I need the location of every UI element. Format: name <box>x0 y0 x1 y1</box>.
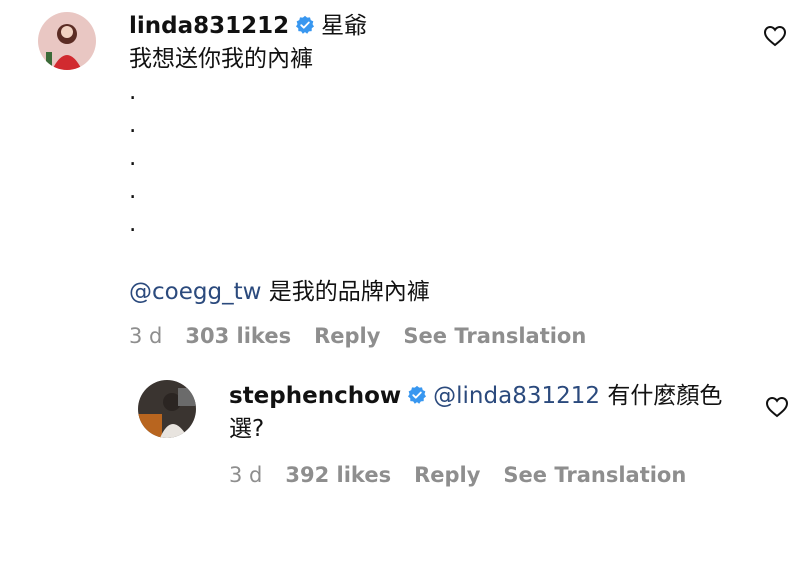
comment-mention-text: 是我的品牌內褲 <box>268 279 430 305</box>
comment-body: 我想送你我的內褲 <box>129 46 313 72</box>
reply-text: stephenchow @linda831212 有什麼顏色 選? <box>229 380 749 446</box>
reply-meta: 3 d 392 likes Reply See Translation <box>229 463 709 487</box>
comment-inline-text: 星爺 <box>321 13 368 39</box>
comment-see-translation-button[interactable]: See Translation <box>403 324 586 348</box>
comment-dot: . <box>129 79 137 105</box>
avatar-linda831212[interactable] <box>38 12 96 70</box>
comment-mention-line: @coegg_tw 是我的品牌內褲 <box>129 276 729 309</box>
reply-see-translation-button[interactable]: See Translation <box>503 463 686 487</box>
comment-username[interactable]: linda831212 <box>129 13 289 39</box>
comment-likes-count[interactable]: 303 likes <box>185 324 291 348</box>
reply-mention-link[interactable]: @linda831212 <box>433 383 600 409</box>
reply-text-line2: 選? <box>229 416 265 442</box>
reply-reply-button[interactable]: Reply <box>414 463 480 487</box>
comment-dot: . <box>129 211 137 237</box>
reply-text-line1: 有什麼顏色 <box>607 383 723 409</box>
heart-outline-icon[interactable] <box>765 396 789 422</box>
comment-meta: 3 d 303 likes Reply See Translation <box>129 324 609 348</box>
avatar-image <box>38 12 96 70</box>
heart-outline-icon[interactable] <box>763 25 787 51</box>
comment-reply-button[interactable]: Reply <box>314 324 380 348</box>
verified-badge-icon <box>295 15 315 35</box>
reply-likes-count[interactable]: 392 likes <box>285 463 391 487</box>
comment-timestamp: 3 d <box>129 324 163 348</box>
comment-dot: . <box>129 178 137 204</box>
comment-dot: . <box>129 145 137 171</box>
reply-timestamp: 3 d <box>229 463 263 487</box>
comment-mention-link[interactable]: @coegg_tw <box>129 279 261 305</box>
comment-text: linda831212 星爺 我想送你我的內褲 . . . . . <box>129 10 729 241</box>
reply-username[interactable]: stephenchow <box>229 383 401 409</box>
comment-dot: . <box>129 112 137 138</box>
avatar-stephenchow[interactable] <box>138 380 196 438</box>
avatar-image <box>138 380 196 438</box>
verified-badge-icon <box>407 385 427 405</box>
